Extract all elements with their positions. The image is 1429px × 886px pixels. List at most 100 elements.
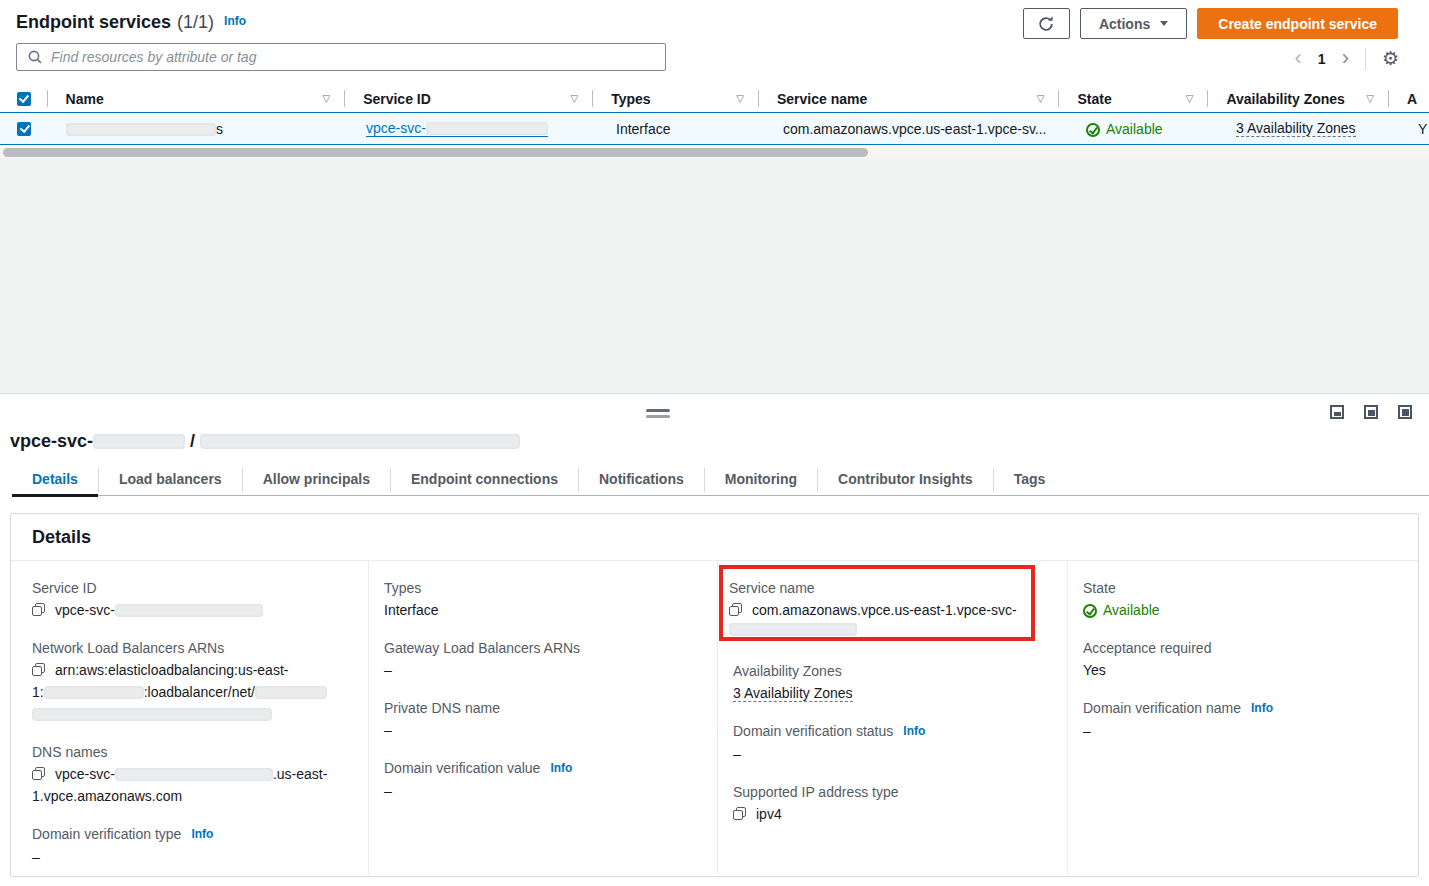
field-label-text: Supported IP address type	[733, 784, 899, 800]
column-header-label: Service ID	[363, 91, 431, 107]
copy-icon[interactable]	[32, 767, 45, 780]
column-header-state[interactable]: State ▽	[1059, 85, 1208, 112]
tab-allow-principals[interactable]: Allow principals	[243, 465, 390, 496]
panel-maximize-icon[interactable]	[1398, 405, 1412, 419]
details-heading: Details	[32, 527, 1397, 548]
select-all-checkbox[interactable]	[17, 92, 31, 106]
field-network-load-balancers-arns: Network Load Balancers ARNsarn:aws:elast…	[32, 637, 350, 725]
field-value-text: Yes	[1083, 662, 1106, 678]
field-value-line: 1::loadbalancer/net/	[32, 681, 350, 703]
table-row[interactable]: s vpce-svc- Interface com.amazonaws.vpce…	[0, 112, 1429, 145]
column-header-name[interactable]: Name▽	[48, 85, 346, 112]
column-header-label: Types	[611, 91, 650, 107]
tab-endpoint-connections[interactable]: Endpoint connections	[391, 465, 578, 496]
column-header-a[interactable]: A	[1389, 85, 1429, 112]
cell-acceptance: Y	[1400, 121, 1429, 137]
availability-zones-link[interactable]: 3 Availability Zones	[1236, 120, 1356, 137]
copy-icon[interactable]	[32, 663, 45, 676]
filter-icon[interactable]: ▽	[1186, 93, 1194, 104]
service-id-link[interactable]: vpce-svc-	[366, 121, 548, 137]
field-availability-zones: Availability Zones3 Availability Zones	[733, 660, 1049, 704]
field-value-text: ipv4	[756, 806, 782, 822]
info-link[interactable]: Info	[191, 827, 213, 841]
refresh-button[interactable]	[1023, 8, 1070, 39]
field-value-line: vpce-svc-	[32, 599, 350, 621]
redacted-text	[729, 623, 857, 636]
info-link[interactable]: Info	[550, 761, 572, 775]
copy-icon[interactable]	[32, 603, 45, 616]
field-value-text: vpce-svc-	[55, 602, 115, 618]
horizontal-scrollbar-thumb[interactable]	[3, 148, 868, 157]
tab-load-balancers[interactable]: Load balancers	[99, 465, 242, 496]
info-link[interactable]: Info	[224, 14, 246, 28]
field-value-line: com.amazonaws.vpce.us-east-1.vpce-svc-	[729, 599, 1025, 621]
copy-icon[interactable]	[733, 807, 746, 820]
panel-title: vpce-svc- /	[10, 431, 1419, 452]
row-checkbox[interactable]	[17, 122, 31, 136]
copy-icon[interactable]	[729, 603, 742, 616]
field-value-text: –	[384, 662, 392, 678]
column-header-service-id[interactable]: Service ID ▽	[345, 85, 593, 112]
cell-name-suffix: s	[216, 121, 223, 137]
column-header-label: State	[1077, 91, 1111, 107]
field-value-line: Available	[1083, 599, 1400, 621]
filter-icon[interactable]: ▽	[1037, 93, 1045, 104]
create-endpoint-service-button[interactable]: Create endpoint service	[1197, 8, 1398, 39]
column-header-service-name[interactable]: Service name ▽	[759, 85, 1060, 112]
column-header-types[interactable]: Types ▽	[593, 85, 759, 112]
field-value-line	[729, 621, 1025, 637]
search-input[interactable]: Find resources by attribute or tag	[16, 43, 666, 71]
filter-icon[interactable]: ▽	[736, 93, 744, 104]
page-number[interactable]: 1	[1318, 51, 1326, 67]
horizontal-scrollbar[interactable]	[0, 147, 1429, 158]
column-header-label: Service name	[777, 91, 867, 107]
page-title: Endpoint services	[16, 12, 171, 33]
field-label: Types	[384, 577, 699, 599]
filter-icon[interactable]: ▽	[570, 93, 578, 104]
cell-types: Interface	[598, 121, 765, 137]
field-label: Domain verification statusInfo	[733, 720, 1049, 743]
tab-tags[interactable]: Tags	[994, 465, 1066, 496]
field-value-text: 1:	[32, 684, 44, 700]
empty-content-area	[0, 158, 1429, 393]
field-label-text: Acceptance required	[1083, 640, 1211, 656]
settings-gear-icon[interactable]: ⚙	[1382, 49, 1399, 68]
previous-page-button[interactable]: ‹	[1295, 47, 1302, 69]
info-link[interactable]: Info	[1251, 701, 1273, 715]
details-card: Details Service IDvpce-svc- Network Load …	[10, 513, 1419, 877]
tab-details[interactable]: Details	[12, 465, 98, 496]
field-domain-verification-value: Domain verification valueInfo–	[384, 757, 699, 802]
tab-notifications[interactable]: Notifications	[579, 465, 704, 496]
field-dns-names: DNS namesvpce-svc-.us-east-1.vpce.amazon…	[32, 741, 350, 807]
availability-zones-link[interactable]: 3 Availability Zones	[733, 685, 853, 702]
details-column-4: StateAvailableAcceptance requiredYesDoma…	[1067, 561, 1418, 875]
filter-icon[interactable]: ▽	[322, 93, 330, 104]
field-value-text: com.amazonaws.vpce.us-east-1.vpce-svc-	[752, 602, 1017, 618]
field-label: Acceptance required	[1083, 637, 1400, 659]
field-value-text: Interface	[384, 602, 438, 618]
actions-button[interactable]: Actions	[1080, 8, 1187, 39]
field-domain-verification-name: Domain verification nameInfo–	[1083, 697, 1400, 742]
actions-button-label: Actions	[1099, 16, 1150, 32]
field-label: Private DNS name	[384, 697, 699, 719]
details-column-3: Service namecom.amazonaws.vpce.us-east-1…	[717, 561, 1067, 875]
field-value-line: 1.vpce.amazonaws.com	[32, 785, 350, 807]
field-value-text: vpce-svc-	[55, 766, 115, 782]
tab-monitoring[interactable]: Monitoring	[705, 465, 817, 496]
search-icon	[27, 49, 43, 65]
tab-contributor-insights[interactable]: Contributor Insights	[818, 465, 993, 496]
details-column-2: TypesInterfaceGateway Load Balancers ARN…	[368, 561, 717, 875]
panel-position-side-icon[interactable]	[1364, 405, 1378, 419]
cell-service-id: vpce-svc-	[348, 120, 598, 137]
field-value-text: –	[733, 746, 741, 762]
field-service-id: Service IDvpce-svc-	[32, 577, 350, 621]
header-actions: Actions Create endpoint service	[1023, 8, 1398, 39]
field-label-text: Domain verification type	[32, 826, 181, 842]
field-value-text: –	[384, 783, 392, 799]
column-header-availability-zones[interactable]: Availability Zones▽	[1208, 85, 1389, 112]
split-panel-drag-handle[interactable]	[646, 409, 670, 418]
filter-icon[interactable]: ▽	[1366, 93, 1374, 104]
next-page-button[interactable]: ›	[1342, 47, 1349, 69]
info-link[interactable]: Info	[903, 724, 925, 738]
panel-position-bottom-icon[interactable]	[1330, 405, 1344, 419]
